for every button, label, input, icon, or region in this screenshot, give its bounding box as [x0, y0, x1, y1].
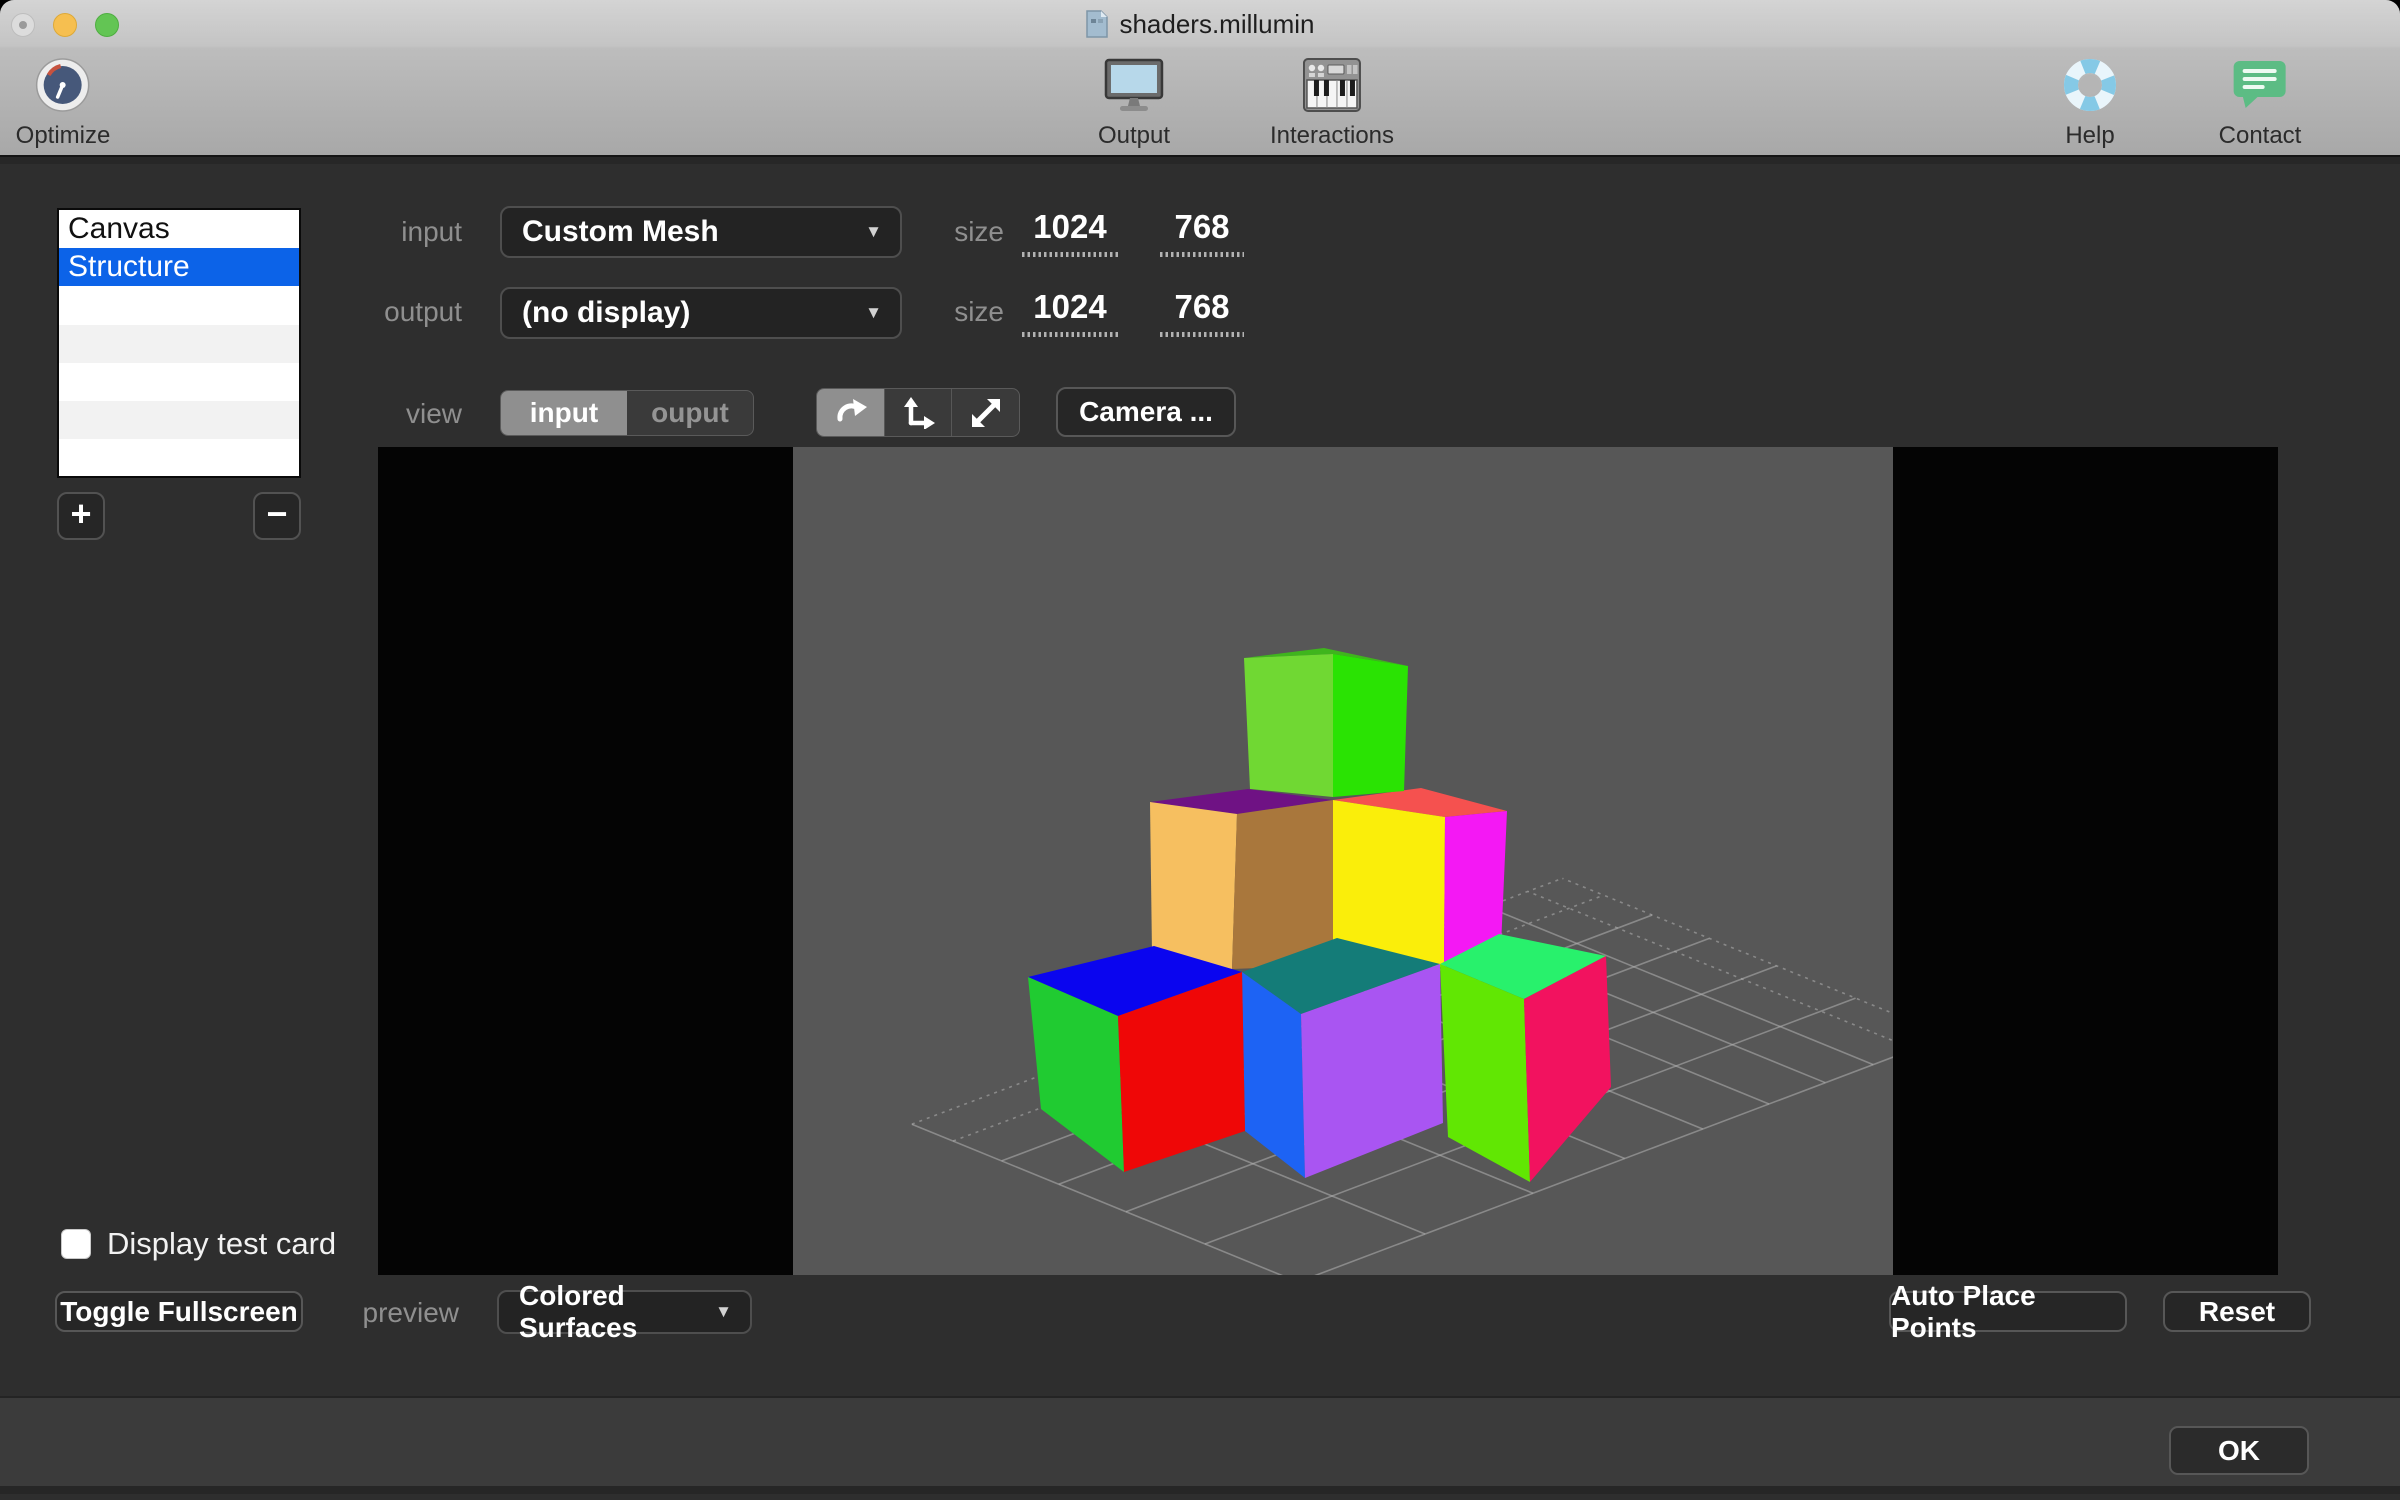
remove-layer-button[interactable]: −: [253, 492, 301, 540]
document-icon: [1086, 10, 1109, 38]
viewport-3d-view[interactable]: [793, 447, 1893, 1275]
layer-row-empty[interactable]: [59, 439, 299, 477]
scale-tool-button[interactable]: [952, 389, 1019, 436]
preview-label: preview: [362, 1297, 459, 1328]
output-display-value: (no display): [522, 296, 691, 329]
layer-list: Canvas Structure: [57, 208, 301, 478]
layer-row-empty[interactable]: [59, 400, 299, 440]
input-size-label: size: [954, 216, 1004, 247]
display-test-card-checkbox[interactable]: [61, 1229, 91, 1259]
output-display-dropdown[interactable]: (no display) ▼: [500, 287, 902, 339]
chevron-down-icon: ▼: [865, 222, 882, 241]
chat-bubble-icon: [2231, 54, 2289, 116]
view-mode-segmented-control: input ouput: [500, 390, 754, 436]
input-label: input: [401, 216, 462, 247]
midi-keyboard-icon: [1302, 54, 1361, 116]
ok-button[interactable]: OK: [2169, 1426, 2309, 1475]
gauge-icon: [35, 54, 91, 116]
auto-place-points-button[interactable]: Auto Place Points: [1889, 1280, 2127, 1343]
toolbar-label: Help: [2065, 122, 2115, 149]
cube-face-left: [1150, 802, 1237, 969]
output-label: output: [384, 296, 462, 327]
toolbar-item-output[interactable]: Output: [1098, 54, 1170, 150]
rotate-tool-button[interactable]: [817, 389, 885, 436]
layer-row-canvas[interactable]: Canvas: [59, 210, 299, 248]
millumin-mapping-window: shaders.millumin Optimize Output Interac…: [0, 0, 2400, 1500]
move-icon: [904, 396, 935, 429]
input-width-value: 1024: [1033, 208, 1107, 245]
layer-row-empty[interactable]: [59, 363, 299, 401]
width-scrubber[interactable]: [1022, 252, 1118, 257]
toolbar-label: Contact: [2218, 122, 2302, 149]
camera-button[interactable]: Camera ...: [1056, 387, 1236, 437]
display-test-card-label: Display test card: [107, 1226, 337, 1261]
life-ring-icon: [2062, 54, 2118, 116]
input-height-field[interactable]: 768: [1160, 208, 1244, 257]
output-width-value: 1024: [1033, 288, 1107, 325]
cube-face-right: [1333, 654, 1408, 797]
layer-row-structure[interactable]: Structure: [59, 248, 299, 287]
window-title: shaders.millumin: [1119, 8, 1315, 39]
cube-bottom-right: [1440, 934, 1611, 1182]
toolbar-item-optimize[interactable]: Optimize: [15, 54, 111, 150]
content-top-shade: [0, 157, 2400, 164]
titlebar: shaders.millumin: [0, 0, 2400, 48]
footer-bar: OK: [0, 1396, 2400, 1494]
input-width-field[interactable]: 1024: [1022, 208, 1118, 257]
cube-bottom-middle: [1242, 938, 1443, 1178]
layer-row-empty[interactable]: [59, 324, 299, 363]
width-scrubber[interactable]: [1022, 332, 1118, 337]
monitor-icon: [1103, 54, 1165, 116]
toolbar-item-interactions[interactable]: Interactions: [1270, 54, 1394, 150]
window-chrome: shaders.millumin Optimize Output Interac…: [0, 0, 2400, 157]
add-layer-button[interactable]: +: [57, 492, 105, 540]
input-source-dropdown[interactable]: Custom Mesh ▼: [500, 206, 902, 258]
output-height-value: 768: [1174, 288, 1230, 325]
cube-face-right: [1232, 800, 1333, 969]
toolbar-label: Interactions: [1269, 122, 1395, 149]
toolbar-label: Optimize: [15, 122, 111, 149]
display-test-card-row: Display test card: [61, 1226, 336, 1262]
preview-mode-value: Colored Surfaces: [519, 1280, 638, 1343]
chevron-down-icon: ▼: [865, 303, 882, 322]
toolbar-item-help[interactable]: Help: [2062, 54, 2118, 150]
structure-3d-scene: [911, 648, 1893, 1275]
scale-icon: [971, 398, 1000, 427]
layer-row-empty[interactable]: [59, 286, 299, 324]
view-segment-ouput[interactable]: ouput: [627, 391, 753, 435]
output-size-label: size: [954, 296, 1004, 327]
height-scrubber[interactable]: [1160, 332, 1244, 337]
toolbar-item-contact[interactable]: Contact: [2218, 54, 2302, 150]
input-source-value: Custom Mesh: [522, 215, 719, 248]
chevron-down-icon: ▼: [715, 1302, 732, 1321]
cube-middle-left: [1150, 789, 1333, 969]
input-height-value: 768: [1174, 208, 1230, 245]
cube-face-left: [1244, 654, 1333, 797]
cube-top: [1244, 648, 1408, 797]
mapping-viewport[interactable]: [378, 447, 2278, 1275]
view-label: view: [405, 398, 462, 429]
toolbar-label: Output: [1097, 122, 1171, 149]
transform-tool-segmented-control: [816, 388, 1020, 437]
cube-middle-right: [1333, 788, 1507, 967]
move-tool-button[interactable]: [885, 389, 953, 436]
preview-mode-dropdown[interactable]: Colored Surfaces ▼: [497, 1280, 752, 1343]
rotate-icon: [837, 398, 868, 421]
view-segment-input[interactable]: input: [501, 391, 627, 435]
output-height-field[interactable]: 768: [1160, 288, 1244, 337]
height-scrubber[interactable]: [1160, 252, 1244, 257]
window-bottom-edge: [0, 1486, 2400, 1494]
output-width-field[interactable]: 1024: [1022, 288, 1118, 337]
reset-button[interactable]: Reset: [2163, 1291, 2311, 1332]
toggle-fullscreen-button[interactable]: Toggle Fullscreen: [55, 1291, 303, 1332]
